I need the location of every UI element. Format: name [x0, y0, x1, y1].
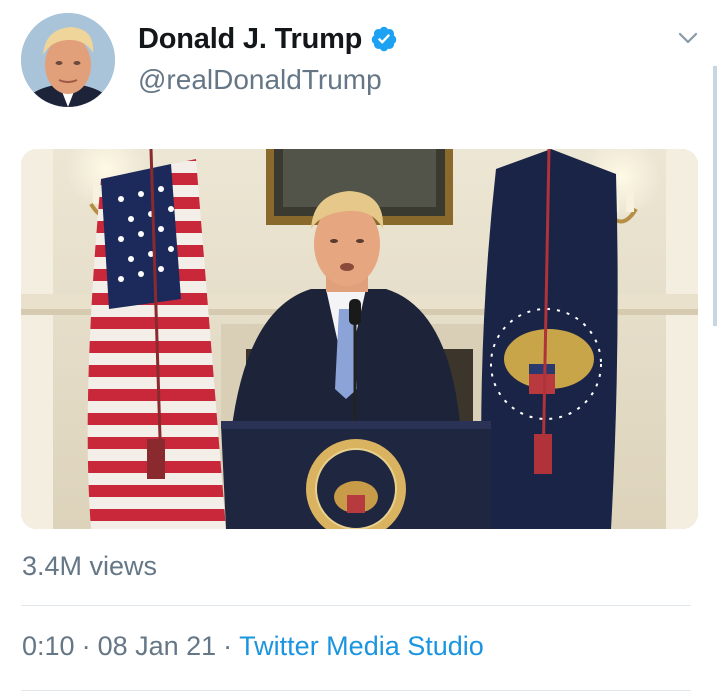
user-handle[interactable]: @realDonaldTrump [138, 64, 382, 96]
tweet-date[interactable]: 08 Jan 21 [98, 631, 217, 661]
separator: · [81, 631, 91, 661]
separator: · [223, 631, 233, 661]
author-name-row[interactable]: Donald J. Trump [138, 20, 398, 58]
display-name[interactable]: Donald J. Trump [138, 23, 362, 56]
view-count: 3.4M views [22, 551, 158, 581]
scrollbar[interactable] [713, 66, 717, 326]
video-thumbnail [21, 149, 698, 529]
source-link[interactable]: Twitter Media Studio [239, 631, 484, 661]
avatar[interactable] [21, 13, 115, 107]
profile-photo [21, 13, 115, 107]
tweet-meta: 0:10 · 08 Jan 21 · Twitter Media Studio [22, 631, 484, 662]
verified-badge-icon [370, 25, 398, 53]
chevron-down-icon[interactable] [676, 28, 700, 48]
divider [21, 605, 691, 606]
video-player[interactable] [21, 149, 698, 529]
video-duration: 0:10 [22, 631, 75, 661]
